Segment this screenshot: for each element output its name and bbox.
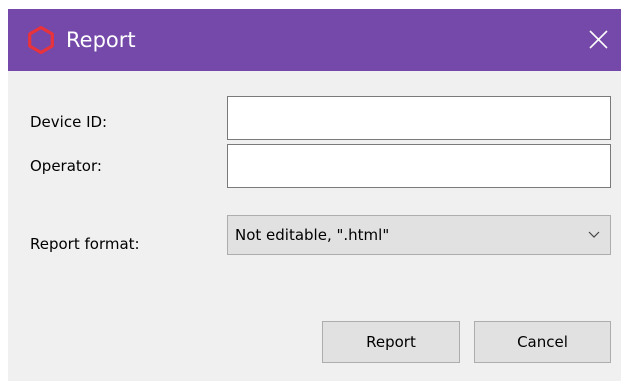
operator-field[interactable] [227,144,611,188]
hexagon-icon [26,25,56,55]
chevron-down-icon [588,231,600,238]
operator-label: Operator: [30,157,102,175]
close-button[interactable] [575,9,621,71]
report-format-label: Report format: [30,235,140,253]
report-button[interactable]: Report [322,321,460,363]
title-bar: Report [8,9,621,71]
device-id-label: Device ID: [30,113,108,131]
report-format-selected-value: Not editable, ".html" [235,226,390,244]
report-dialog: Report Device ID: Operator: Report forma… [8,9,621,381]
cancel-button[interactable]: Cancel [474,321,611,363]
report-format-select[interactable]: Not editable, ".html" [227,215,611,255]
close-icon [589,30,608,49]
window-title: Report [66,28,136,52]
device-id-field[interactable] [227,96,611,140]
